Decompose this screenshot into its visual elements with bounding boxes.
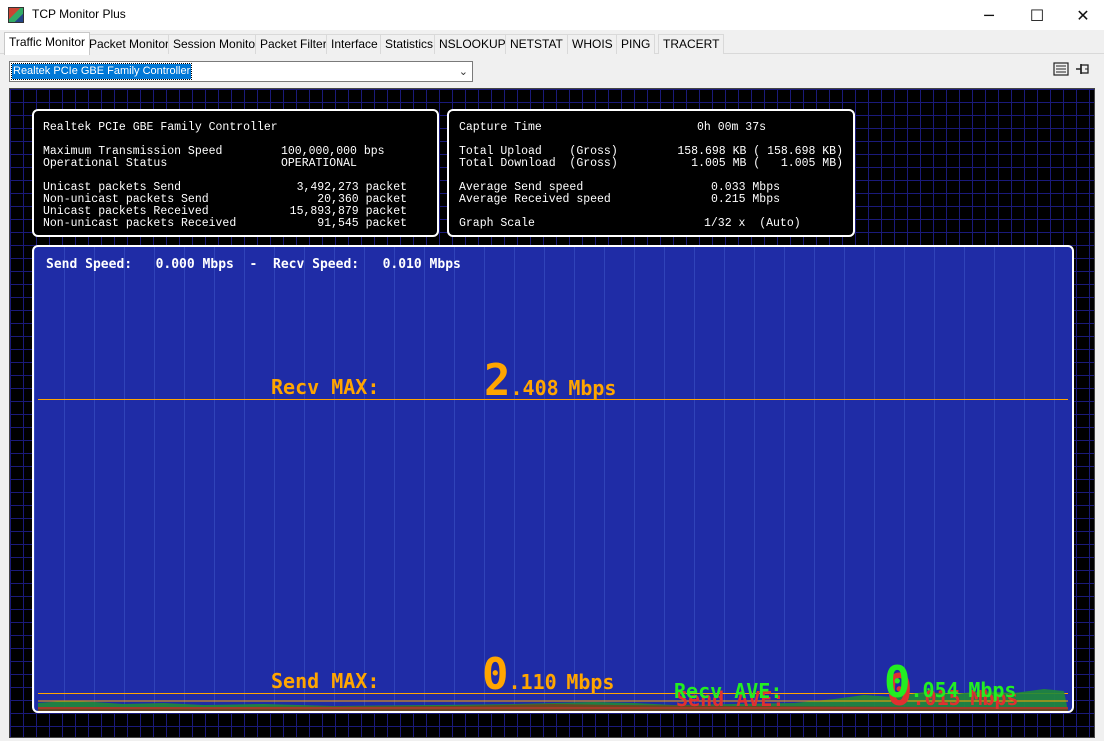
tab-packet-monitor[interactable]: Packet Monitor bbox=[84, 34, 175, 54]
recv-max-readout: 2.408 Mbps bbox=[484, 359, 616, 403]
tab-bar: Traffic Monitor Packet Monitor Session M… bbox=[0, 32, 1104, 55]
recv-ave-label: Recv AVE: bbox=[674, 679, 783, 703]
adapter-select[interactable]: Realtek PCIe GBE Family Controller ⌄ bbox=[9, 61, 473, 82]
tab-tracert[interactable]: TRACERT bbox=[658, 34, 725, 54]
recv-max-line bbox=[38, 399, 1068, 400]
tab-packet-filter[interactable]: Packet Filter bbox=[255, 34, 332, 54]
app-icon bbox=[8, 7, 24, 23]
status-value: OPERATIONAL bbox=[281, 157, 357, 170]
traffic-graph: Send Speed: 0.000 Mbps - Recv Speed: 0.0… bbox=[32, 245, 1074, 713]
maximize-button[interactable]: ☐ bbox=[1014, 0, 1060, 30]
graph-scale-label: Graph Scale bbox=[459, 217, 535, 230]
tab-nslookup[interactable]: NSLOOKUP bbox=[434, 34, 511, 54]
adapter-select-value: Realtek PCIe GBE Family Controller bbox=[10, 63, 193, 80]
interface-info-panel: Realtek PCIe GBE Family Controller Maxim… bbox=[32, 109, 439, 237]
speed-separator: - bbox=[249, 257, 258, 272]
capture-info-panel: Capture Time 0h 00m 37s Total Upload (Gr… bbox=[447, 109, 855, 237]
tab-traffic-monitor[interactable]: Traffic Monitor bbox=[4, 32, 91, 55]
tab-whois[interactable]: WHOIS bbox=[567, 34, 618, 54]
list-icon[interactable] bbox=[1053, 62, 1069, 76]
tab-session-monitor[interactable]: Session Monitor bbox=[168, 34, 265, 54]
minimize-button[interactable]: ─ bbox=[966, 0, 1012, 30]
total-download-label: Total Download (Gross) bbox=[459, 157, 618, 170]
nonunicast-recv-label: Non-unicast packets Received bbox=[43, 217, 237, 230]
recv-max-label: Recv MAX: bbox=[271, 375, 380, 399]
avg-recv-label: Average Received speed bbox=[459, 193, 611, 206]
graph-scale-value: 1/32 x (Auto) bbox=[704, 217, 801, 230]
tab-ping[interactable]: PING bbox=[616, 34, 656, 54]
current-speed-line: Send Speed: 0.000 Mbps - Recv Speed: 0.0… bbox=[46, 257, 461, 272]
capture-time-value: 0h 00m 37s bbox=[697, 121, 767, 134]
recv-speed-value: 0.010 Mbps bbox=[382, 257, 461, 272]
pin-icon[interactable] bbox=[1075, 62, 1091, 76]
recv-ave-unit: Mbps bbox=[968, 678, 1017, 702]
recv-max-unit: Mbps bbox=[568, 376, 617, 400]
tab-netstat[interactable]: NETSTAT bbox=[505, 34, 568, 54]
recv-ave-int: 0 bbox=[884, 657, 911, 708]
tab-interface[interactable]: Interface bbox=[326, 34, 383, 54]
nonunicast-recv-value: 91,545 packet bbox=[317, 217, 407, 230]
status-label: Operational Status bbox=[43, 157, 168, 170]
send-speed-label: Send Speed: bbox=[46, 257, 133, 272]
avg-recv-value: 0.215 Mbps bbox=[710, 193, 780, 206]
total-download-value: 1.005 MB ( 1.005 MB) bbox=[691, 157, 843, 170]
send-speed-value: 0.000 Mbps bbox=[155, 257, 234, 272]
interface-name: Realtek PCIe GBE Family Controller bbox=[43, 121, 278, 134]
recv-ave-frac: .054 bbox=[910, 678, 959, 702]
app-window: TCP Monitor Plus ─ ☐ ✕ Traffic Monitor P… bbox=[0, 0, 1104, 741]
capture-time-label: Capture Time bbox=[459, 121, 542, 134]
recv-max-frac: .408 bbox=[510, 376, 559, 400]
close-button[interactable]: ✕ bbox=[1060, 0, 1104, 30]
tab-statistics[interactable]: Statistics bbox=[380, 34, 439, 54]
title-bar[interactable]: TCP Monitor Plus ─ ☐ ✕ bbox=[0, 0, 1104, 30]
chevron-down-icon[interactable]: ⌄ bbox=[459, 65, 468, 78]
window-title: TCP Monitor Plus bbox=[32, 7, 126, 21]
recv-speed-label: Recv Speed: bbox=[273, 257, 360, 272]
recv-ave-readout: 0.054 Mbps bbox=[884, 661, 1016, 705]
